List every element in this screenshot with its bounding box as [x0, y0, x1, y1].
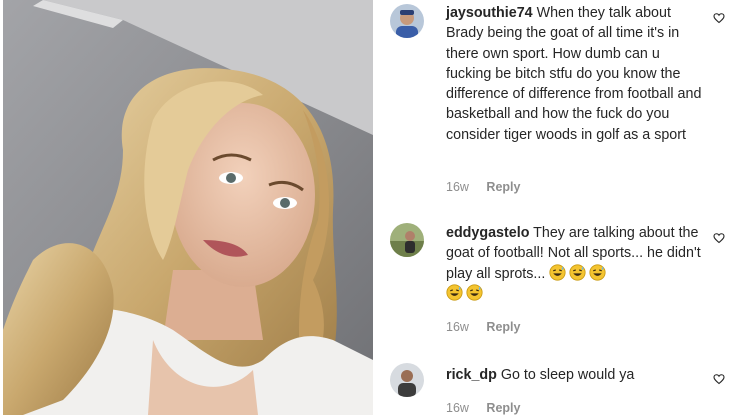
comment-item: rick_dp Go to sleep would ya 16w Reply	[388, 361, 740, 415]
comments-panel: jaysouthie74 When they talk about Brady …	[388, 0, 740, 415]
comment-username[interactable]: eddygastelo	[446, 225, 529, 241]
comment-text: When they talk about Brady being the goa…	[446, 5, 702, 143]
comment-item: eddygastelo They are talking about the g…	[388, 220, 740, 340]
comment-body: eddygastelo They are talking about the g…	[446, 223, 708, 304]
comment-body: rick_dp Go to sleep would ya	[446, 365, 708, 385]
comment-username[interactable]: rick_dp	[446, 367, 497, 383]
instagram-post-view: jaysouthie74 When they talk about Brady …	[0, 0, 740, 415]
heart-outline-icon[interactable]	[713, 232, 725, 244]
comment-item: jaysouthie74 When they talk about Brady …	[388, 0, 740, 200]
heart-outline-icon[interactable]	[713, 373, 725, 385]
grinning-sweat-emoji	[466, 284, 483, 301]
reply-button[interactable]: Reply	[486, 401, 520, 415]
avatar[interactable]	[390, 223, 424, 257]
comment-timestamp: 16w	[446, 320, 469, 334]
reply-button[interactable]: Reply	[486, 320, 520, 334]
avatar[interactable]	[390, 363, 424, 397]
grinning-sweat-emoji	[569, 264, 586, 281]
grinning-sweat-emoji	[589, 264, 606, 281]
comment-username[interactable]: jaysouthie74	[446, 5, 533, 21]
comment-body: jaysouthie74 When they talk about Brady …	[446, 3, 708, 145]
comment-meta: 16w Reply	[446, 180, 520, 194]
comment-meta: 16w Reply	[446, 401, 520, 415]
avatar[interactable]	[390, 4, 424, 38]
comment-timestamp: 16w	[446, 401, 469, 415]
grinning-sweat-emoji	[446, 284, 463, 301]
comment-text: Go to sleep would ya	[500, 367, 635, 383]
heart-outline-icon[interactable]	[713, 12, 725, 24]
grinning-sweat-emoji	[549, 264, 566, 281]
video-frame-image	[3, 0, 373, 415]
comment-meta: 16w Reply	[446, 320, 520, 334]
post-media-video[interactable]	[3, 0, 373, 415]
comment-timestamp: 16w	[446, 180, 469, 194]
reply-button[interactable]: Reply	[486, 180, 520, 194]
